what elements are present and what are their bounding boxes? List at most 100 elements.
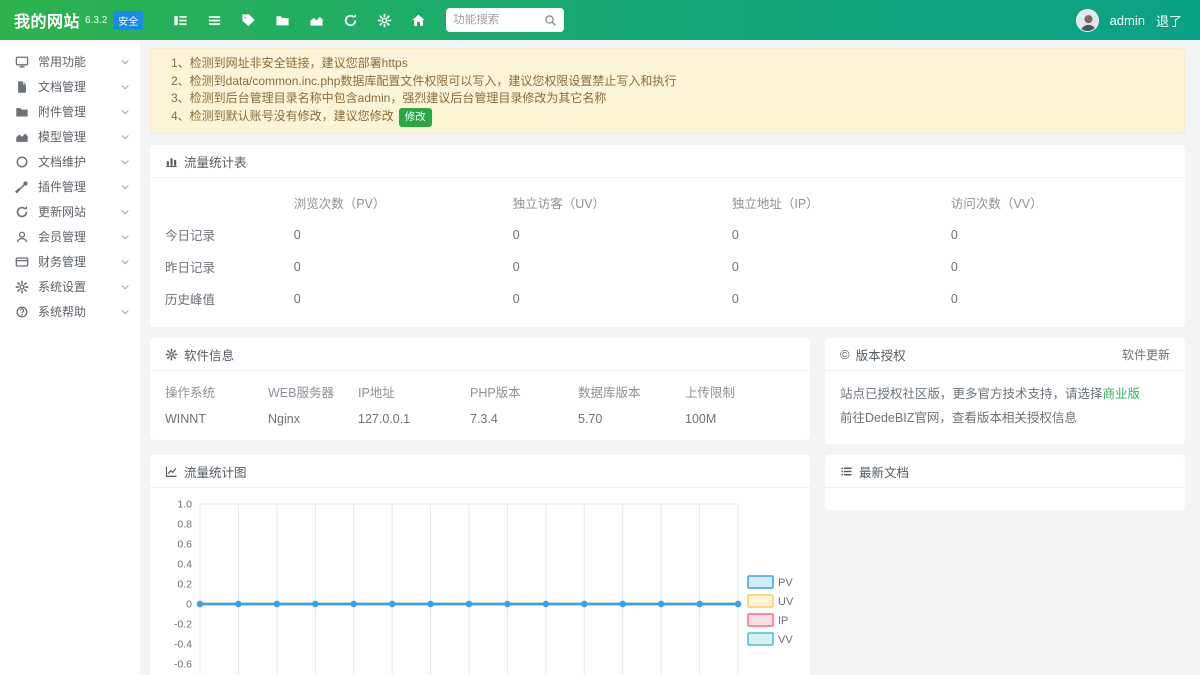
cell-value: 0 bbox=[951, 283, 1170, 315]
traffic-table-panel: 流量统计表 浏览次数（PV） 独立访客（UV） 独立地址（IP） 访问次数（VV… bbox=[150, 145, 1185, 327]
cell-value: 0 bbox=[732, 283, 951, 315]
field-ip: IP地址127.0.0.1 bbox=[358, 382, 470, 426]
software-info-panel: 软件信息 操作系统WINNT WEB服务器Nginx IP地址127.0.0.1… bbox=[150, 338, 810, 440]
svg-text:-0.4: -0.4 bbox=[174, 639, 192, 651]
sidebar: 常用功能 文档管理 附件管理 模型管理 文档维护 插件管理 更新网站 会员管理 … bbox=[0, 40, 140, 675]
logout-link[interactable]: 退了 bbox=[1156, 11, 1182, 30]
field-upload: 上传限制100M bbox=[685, 382, 765, 426]
legend-item-pv[interactable]: PV bbox=[748, 576, 793, 589]
cell-value: 0 bbox=[513, 283, 732, 315]
safe-badge[interactable]: 安全 bbox=[113, 11, 143, 30]
search-input[interactable] bbox=[453, 14, 544, 26]
traffic-table-header: 流量统计表 bbox=[150, 145, 1185, 178]
cell-value: 0 bbox=[732, 251, 951, 283]
chevron-down-icon bbox=[122, 282, 129, 289]
sidebar-item-maintenance[interactable]: 文档维护 bbox=[0, 149, 140, 174]
list-icon bbox=[840, 465, 853, 478]
area-chart-icon bbox=[15, 130, 29, 144]
sidebar-item-label: 文档管理 bbox=[38, 78, 86, 95]
indent-list-icon[interactable] bbox=[173, 13, 188, 28]
tag-icon[interactable] bbox=[241, 13, 256, 28]
chevron-down-icon bbox=[122, 132, 129, 139]
license-panel: © 版本授权 软件更新 站点已授权社区版，更多官方技术支持，请选择商业版 前往D… bbox=[825, 338, 1185, 444]
table-row: 昨日记录 0 0 0 0 bbox=[165, 251, 1170, 283]
license-line-1: 站点已授权社区版，更多官方技术支持，请选择商业版 bbox=[840, 382, 1170, 406]
column-header-uv: 独立访客（UV） bbox=[513, 187, 732, 219]
chevron-down-icon bbox=[122, 232, 129, 239]
alert-line: 4、检测到默认账号没有修改，建议您修改修改 bbox=[171, 108, 1164, 128]
sidebar-item-finance[interactable]: 财务管理 bbox=[0, 249, 140, 274]
traffic-table: 浏览次数（PV） 独立访客（UV） 独立地址（IP） 访问次数（VV） 今日记录… bbox=[165, 187, 1170, 315]
area-chart-icon[interactable] bbox=[309, 13, 324, 28]
sidebar-item-members[interactable]: 会员管理 bbox=[0, 224, 140, 249]
plugin-icon bbox=[15, 180, 29, 194]
latest-docs-panel: 最新文档 bbox=[825, 455, 1185, 510]
user-icon bbox=[15, 230, 29, 244]
bar-chart-icon bbox=[165, 155, 178, 168]
cell-value: 0 bbox=[951, 219, 1170, 251]
gear-icon[interactable] bbox=[377, 13, 392, 28]
site-logo[interactable]: 我的网站 bbox=[14, 8, 80, 32]
sidebar-item-settings[interactable]: 系统设置 bbox=[0, 274, 140, 299]
menu-icon[interactable] bbox=[207, 13, 222, 28]
cell-value: 0 bbox=[513, 219, 732, 251]
svg-text:1.0: 1.0 bbox=[177, 499, 192, 511]
traffic-chart: 05-2905-3005-3106-0106-0206-0306-0406-05… bbox=[150, 488, 810, 675]
traffic-chart-panel: 流量统计图 05-2905-3005-3106-0106-0206-0306-0… bbox=[150, 455, 810, 675]
field-php: PHP版本7.3.4 bbox=[470, 382, 578, 426]
alert-line: 2、检测到data/common.inc.php数据库配置文件权限可以写入，建议… bbox=[171, 73, 1164, 91]
refresh-icon bbox=[15, 205, 29, 219]
cell-value: 0 bbox=[294, 283, 513, 315]
sidebar-item-label: 系统设置 bbox=[38, 278, 86, 295]
top-icon-group bbox=[173, 13, 426, 28]
security-alert: 1、检测到网址非安全链接，建议您部署https 2、检测到data/common… bbox=[150, 48, 1185, 134]
row-label: 昨日记录 bbox=[165, 251, 294, 283]
svg-text:VV: VV bbox=[778, 634, 793, 646]
sidebar-item-label: 插件管理 bbox=[38, 178, 86, 195]
legend-item-ip[interactable]: IP bbox=[748, 614, 788, 627]
sidebar-item-plugins[interactable]: 插件管理 bbox=[0, 174, 140, 199]
row-label: 历史峰值 bbox=[165, 283, 294, 315]
sidebar-item-label: 系统帮助 bbox=[38, 303, 86, 320]
username[interactable]: admin bbox=[1110, 13, 1145, 28]
sidebar-item-label: 附件管理 bbox=[38, 103, 86, 120]
cell-value: 0 bbox=[294, 219, 513, 251]
panel-title: 最新文档 bbox=[859, 462, 909, 481]
legend-item-vv[interactable]: VV bbox=[748, 633, 793, 646]
modify-button[interactable]: 修改 bbox=[399, 108, 432, 128]
sidebar-item-models[interactable]: 模型管理 bbox=[0, 124, 140, 149]
software-info-header: 软件信息 bbox=[150, 338, 810, 371]
avatar[interactable] bbox=[1076, 9, 1099, 32]
sidebar-item-common[interactable]: 常用功能 bbox=[0, 49, 140, 74]
user-area: admin 退了 bbox=[1076, 9, 1182, 32]
cell-value: 0 bbox=[513, 251, 732, 283]
refresh-icon[interactable] bbox=[343, 13, 358, 28]
sidebar-item-label: 财务管理 bbox=[38, 253, 86, 270]
sidebar-item-update-site[interactable]: 更新网站 bbox=[0, 199, 140, 224]
gears-icon bbox=[165, 348, 178, 361]
commercial-link[interactable]: 商业版 bbox=[1103, 387, 1141, 401]
svg-text:UV: UV bbox=[778, 596, 794, 608]
license-line-2: 前往DedeBIZ官网，查看版本相关授权信息 bbox=[840, 406, 1170, 430]
sidebar-item-help[interactable]: 系统帮助 bbox=[0, 299, 140, 324]
circle-icon bbox=[15, 155, 29, 169]
sidebar-item-label: 会员管理 bbox=[38, 228, 86, 245]
help-icon bbox=[15, 305, 29, 319]
sidebar-item-attachments[interactable]: 附件管理 bbox=[0, 99, 140, 124]
svg-text:0.8: 0.8 bbox=[177, 519, 192, 531]
folder-icon[interactable] bbox=[275, 13, 290, 28]
field-os: 操作系统WINNT bbox=[165, 382, 268, 426]
sidebar-item-label: 模型管理 bbox=[38, 128, 86, 145]
home-icon[interactable] bbox=[411, 13, 426, 28]
sidebar-item-documents[interactable]: 文档管理 bbox=[0, 74, 140, 99]
panel-title: 流量统计表 bbox=[184, 152, 247, 171]
alert-line: 1、检测到网址非安全链接，建议您部署https bbox=[171, 55, 1164, 73]
chevron-down-icon bbox=[122, 82, 129, 89]
search-icon[interactable] bbox=[544, 14, 557, 27]
column-header-ip: 独立地址（IP） bbox=[732, 187, 951, 219]
file-icon bbox=[15, 80, 29, 94]
legend-item-uv[interactable]: UV bbox=[748, 595, 794, 608]
column-header-vv: 访问次数（VV） bbox=[951, 187, 1170, 219]
software-update-link[interactable]: 软件更新 bbox=[1122, 346, 1170, 363]
license-header: © 版本授权 软件更新 bbox=[825, 338, 1185, 371]
